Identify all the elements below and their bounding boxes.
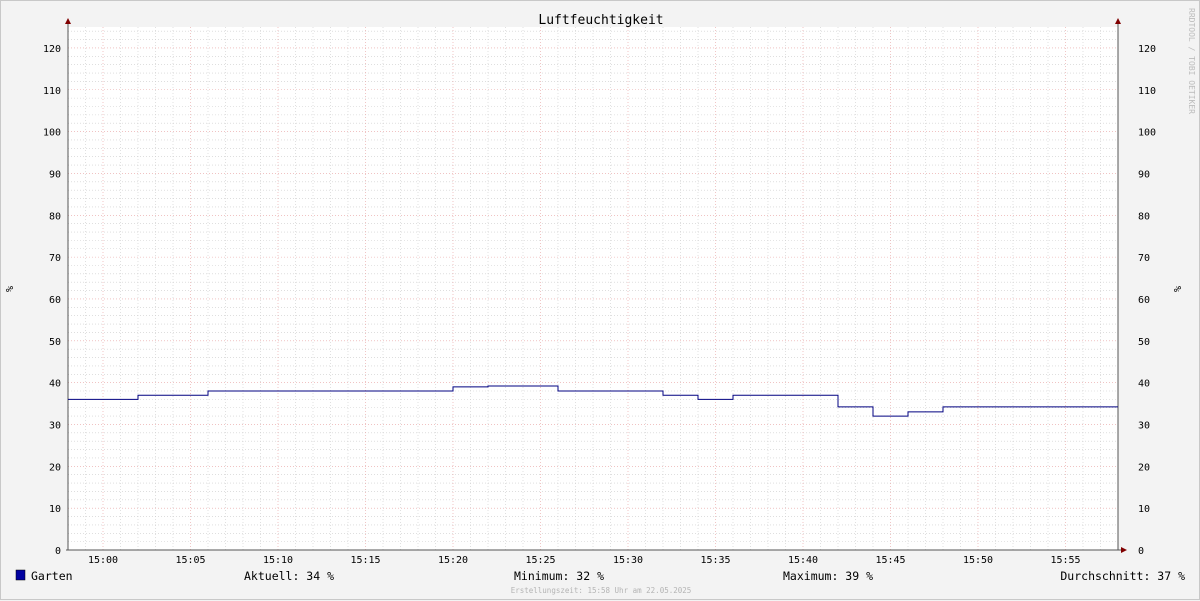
legend: Garten Aktuell: 34 % Minimum: 32 % Maximum:… [16, 569, 1185, 595]
grid [68, 27, 1118, 550]
y-tick-label-left: 60 [49, 295, 61, 306]
x-tick-label: 15:05 [175, 555, 205, 566]
y-axis-left-arrow [65, 18, 71, 24]
y-tick-label-right: 50 [1138, 337, 1150, 348]
y-tick-label-left: 40 [49, 379, 61, 390]
y-tick-label-left: 120 [43, 44, 61, 55]
y-axis-right-arrow [1115, 18, 1121, 24]
y-tick-label-left: 70 [49, 253, 61, 264]
y-tick-label-right: 20 [1138, 462, 1150, 473]
x-tick-label: 15:50 [963, 555, 993, 566]
legend-maximum: Maximum: 39 % [783, 569, 873, 583]
y-tick-label-left: 0 [55, 546, 61, 557]
x-tick-label: 15:00 [88, 555, 118, 566]
footer-timestamp: Erstellungszeit: 15:58 Uhr am 22.05.2025 [511, 586, 692, 595]
x-tick-label: 15:20 [438, 555, 468, 566]
y-tick-label-right: 0 [1138, 546, 1144, 557]
y-tick-label-right: 70 [1138, 253, 1150, 264]
x-tick-label: 15:55 [1050, 555, 1080, 566]
y-tick-label-right: 10 [1138, 504, 1150, 515]
y-tick-label-right: 90 [1138, 169, 1150, 180]
chart-container: Luftfeuchtigkeit 0 0 10 10 20 20 30 30 40 40 50 50 6… [0, 0, 1200, 600]
y-tick-label-left: 50 [49, 337, 61, 348]
y-tick-label-left: 10 [49, 504, 61, 515]
y-tick-label-right: 30 [1138, 420, 1150, 431]
x-tick-label: 15:45 [875, 555, 905, 566]
x-tick-label: 15:15 [350, 555, 380, 566]
x-axis-arrow [1121, 547, 1127, 553]
chart-title: Luftfeuchtigkeit [538, 13, 663, 28]
y-tick-label-right: 80 [1138, 211, 1150, 222]
y-tick-label-right: 120 [1138, 44, 1156, 55]
watermark-side-text: RRDTOOL / TOBI OETIKER [1187, 8, 1196, 114]
y-axis-label-right: % [1173, 286, 1184, 292]
legend-minimum: Minimum: 32 % [514, 569, 604, 583]
y-tick-label-left: 20 [49, 462, 61, 473]
legend-swatch-garten [16, 570, 25, 580]
x-tick-label: 15:35 [700, 555, 730, 566]
chart-svg: Luftfeuchtigkeit 0 0 10 10 20 20 30 30 40 40 50 50 6… [1, 1, 1200, 601]
y-tick-label-left: 30 [49, 420, 61, 431]
y-tick-label-left: 110 [43, 86, 61, 97]
x-tick-label: 15:30 [613, 555, 643, 566]
y-tick-label-right: 60 [1138, 295, 1150, 306]
legend-average: Durchschnitt: 37 % [1060, 569, 1185, 583]
y-tick-label-left: 100 [43, 128, 61, 139]
y-tick-label-left: 90 [49, 169, 61, 180]
legend-current: Aktuell: 34 % [244, 569, 334, 583]
x-tick-label: 15:10 [263, 555, 293, 566]
legend-series-label: Garten [31, 569, 73, 583]
x-tick-label: 15:40 [788, 555, 818, 566]
y-tick-label-right: 100 [1138, 128, 1156, 139]
y-tick-label-right: 110 [1138, 86, 1156, 97]
y-axis-label-left: % [5, 286, 16, 292]
x-tick-label: 15:25 [525, 555, 555, 566]
y-tick-label-right: 40 [1138, 379, 1150, 390]
y-tick-label-left: 80 [49, 211, 61, 222]
